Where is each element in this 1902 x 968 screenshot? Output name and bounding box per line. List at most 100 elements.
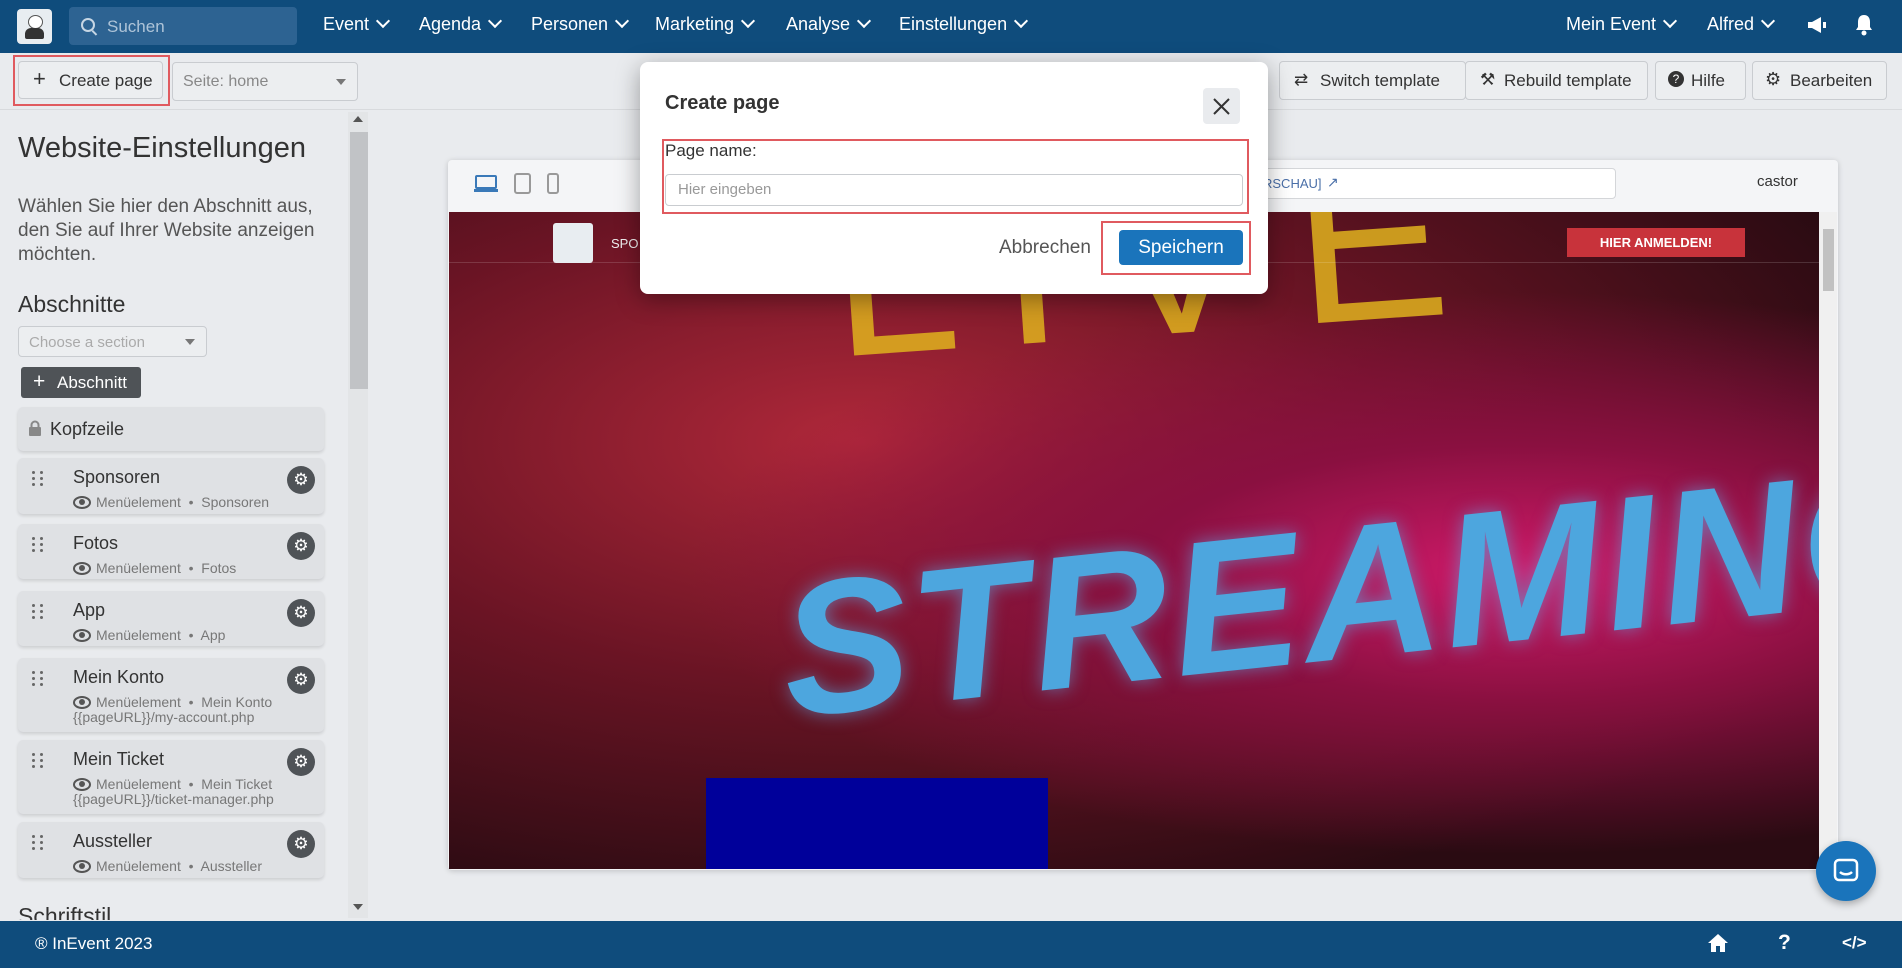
- lock-icon: [28, 420, 42, 441]
- scroll-up-icon[interactable]: [353, 116, 363, 122]
- register-button[interactable]: HIER ANMELDEN!: [1567, 228, 1745, 257]
- section-item-meta: Menüelement • Mein Ticket: [73, 777, 272, 792]
- preview-blue-block: [706, 778, 1048, 869]
- help-icon[interactable]: ?: [1778, 931, 1791, 955]
- edit-button[interactable]: ⚙ Bearbeiten: [1752, 61, 1887, 100]
- section-select-placeholder: Choose a section: [29, 334, 145, 351]
- section-item-title: App: [73, 600, 106, 620]
- gear-icon[interactable]: ⚙: [287, 748, 315, 776]
- chevron-down-icon: [1760, 13, 1776, 29]
- megaphone-icon[interactable]: [1805, 13, 1829, 42]
- section-item-mein-ticket[interactable]: Mein Ticket Menüelement • Mein Ticket {{…: [18, 740, 324, 814]
- drag-handle-icon[interactable]: [32, 753, 46, 769]
- site-nav-item[interactable]: SPO: [611, 236, 638, 251]
- section-item-label: Kopfzeile: [50, 419, 125, 439]
- code-icon[interactable]: </>: [1842, 933, 1867, 953]
- section-item-title: Aussteller: [73, 831, 153, 851]
- section-item-fotos[interactable]: Fotos Menüelement • Fotos ⚙: [18, 524, 324, 579]
- question-circle-icon: ?: [1668, 71, 1684, 87]
- chevron-down-icon: [614, 13, 630, 29]
- preview-hero-image: LIVE STREAMING SPO HIER ANMELDEN!: [449, 212, 1819, 869]
- search-input[interactable]: Suchen: [69, 7, 297, 45]
- nav-agenda[interactable]: Agenda: [419, 13, 503, 35]
- scroll-down-icon[interactable]: [353, 904, 363, 910]
- section-item-meta: Menüelement • Sponsoren: [73, 495, 269, 510]
- chevron-down-icon: [856, 13, 872, 29]
- section-item-url: {{pageURL}}/ticket-manager.php: [73, 791, 274, 807]
- rebuild-template-label: Rebuild template: [1504, 71, 1632, 90]
- sidebar-scroll-thumb[interactable]: [350, 132, 368, 389]
- chat-button[interactable]: [1816, 841, 1876, 901]
- section-item-meta: Menüelement • Fotos: [73, 561, 236, 576]
- close-button[interactable]: [1203, 88, 1240, 124]
- eye-icon: [73, 562, 91, 575]
- gear-icon[interactable]: ⚙: [287, 830, 315, 858]
- section-item-title: Mein Konto: [73, 667, 165, 687]
- switch-template-button[interactable]: ⇄ Switch template: [1279, 61, 1466, 100]
- bell-icon[interactable]: [1853, 13, 1875, 42]
- help-label: Hilfe: [1691, 71, 1726, 90]
- tablet-view-icon[interactable]: [514, 173, 531, 199]
- gear-icon[interactable]: ⚙: [287, 466, 315, 494]
- drag-handle-icon[interactable]: [32, 835, 46, 851]
- app-logo[interactable]: [17, 9, 52, 44]
- modal-title: Create page: [665, 92, 780, 114]
- eye-icon: [73, 496, 91, 509]
- preview-scroll-thumb[interactable]: [1823, 229, 1834, 291]
- section-item-meta: Menüelement • Mein Konto: [73, 695, 318, 710]
- footer-copyright: ® InEvent 2023: [35, 934, 153, 953]
- add-section-button[interactable]: + Abschnitt: [21, 367, 141, 398]
- drag-handle-icon[interactable]: [32, 471, 46, 487]
- section-item-title: Sponsoren: [73, 467, 161, 487]
- chevron-down-icon: [487, 13, 503, 29]
- gear-icon[interactable]: ⚙: [287, 599, 315, 627]
- footer: ® InEvent 2023 ? </>: [0, 921, 1902, 968]
- preview-scrollbar[interactable]: [1819, 212, 1837, 869]
- font-style-heading: Schriftstil: [18, 903, 112, 920]
- section-item-sponsoren[interactable]: Sponsoren Menüelement • Sponsoren ⚙: [18, 458, 324, 514]
- drag-handle-icon[interactable]: [32, 537, 46, 553]
- cancel-button[interactable]: Abbrechen: [999, 237, 1091, 259]
- desktop-view-icon[interactable]: [474, 174, 498, 199]
- page-select[interactable]: Seite: home: [172, 62, 358, 101]
- nav-einstellungen[interactable]: Einstellungen: [899, 13, 1029, 35]
- preview-url-bar[interactable]: RSCHAU] ↗: [1250, 168, 1616, 199]
- drag-handle-icon[interactable]: [32, 671, 46, 687]
- close-icon: [1213, 98, 1230, 115]
- eye-icon: [73, 778, 91, 791]
- eye-icon: [73, 629, 91, 642]
- hammer-icon: ⚒: [1480, 70, 1496, 89]
- nav-personen[interactable]: Personen: [531, 13, 630, 35]
- highlight-save: [1101, 221, 1251, 275]
- chevron-down-icon: [1662, 13, 1678, 29]
- section-item-mein-konto[interactable]: Mein Konto Menüelement • Mein Konto {{pa…: [18, 658, 324, 732]
- section-item-header[interactable]: Kopfzeile: [18, 407, 324, 451]
- search-icon: [81, 18, 95, 32]
- nav-marketing[interactable]: Marketing: [655, 13, 756, 35]
- chevron-down-icon: [375, 13, 391, 29]
- section-item-meta: Menüelement • Aussteller: [73, 859, 262, 874]
- section-item-title: Mein Ticket: [73, 749, 165, 769]
- nav-user-menu[interactable]: Alfred: [1707, 13, 1776, 35]
- gear-icon[interactable]: ⚙: [287, 532, 315, 560]
- drag-handle-icon[interactable]: [32, 604, 46, 620]
- rebuild-template-button[interactable]: ⚒ Rebuild template: [1465, 61, 1648, 100]
- section-select[interactable]: Choose a section: [18, 326, 207, 357]
- search-placeholder: Suchen: [107, 17, 165, 36]
- highlight-create-page: [13, 55, 170, 106]
- switch-icon: ⇄: [1294, 70, 1309, 89]
- sidebar-title: Website-Einstellungen: [18, 132, 307, 164]
- plus-icon: +: [33, 370, 46, 393]
- section-item-title: Fotos: [73, 533, 119, 553]
- home-icon[interactable]: [1707, 933, 1729, 958]
- section-item-app[interactable]: App Menüelement • App ⚙: [18, 591, 324, 646]
- gear-icon[interactable]: ⚙: [287, 666, 315, 694]
- mobile-view-icon[interactable]: [547, 173, 559, 199]
- section-item-aussteller[interactable]: Aussteller Menüelement • Aussteller ⚙: [18, 822, 324, 878]
- highlight-page-name: [662, 139, 1249, 214]
- nav-mein-event[interactable]: Mein Event: [1566, 13, 1678, 35]
- help-button[interactable]: ? Hilfe: [1655, 61, 1746, 100]
- nav-event[interactable]: Event: [323, 13, 391, 35]
- external-link-icon[interactable]: ↗: [1327, 174, 1339, 191]
- nav-analyse[interactable]: Analyse: [786, 13, 872, 35]
